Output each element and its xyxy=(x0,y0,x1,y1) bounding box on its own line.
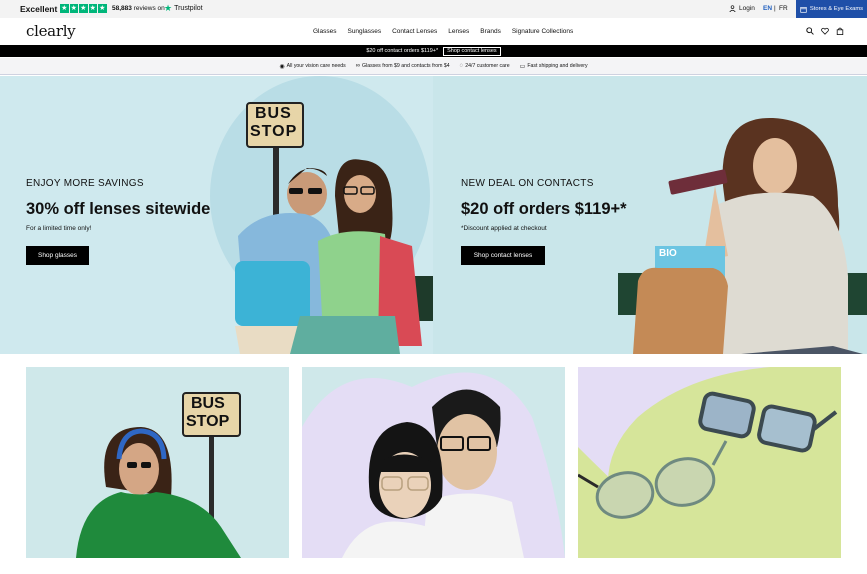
trustpilot-stars: ★ ★ ★ ★ ★ xyxy=(60,4,107,13)
nav-signature-collections[interactable]: Signature Collections xyxy=(512,28,573,35)
lang-en[interactable]: EN xyxy=(763,5,772,12)
hero-contacts-promo[interactable]: BIO NEW DEAL ON CONTACTS $20 off orders … xyxy=(433,76,867,354)
hero-right-title: $20 off orders $119+* xyxy=(461,200,627,218)
reviews-count[interactable]: 58,883 reviews on xyxy=(112,5,165,12)
star-icon: ★ xyxy=(69,4,78,13)
clearly-logo[interactable]: clearly xyxy=(26,22,76,40)
stores-eye-exams-button[interactable]: Stores & Eye Exams xyxy=(796,0,867,18)
card1-illustration xyxy=(76,392,241,558)
header-icons xyxy=(806,27,844,35)
category-card-headphones[interactable]: BUS STOP xyxy=(26,367,289,558)
star-icon: ★ xyxy=(60,4,69,13)
star-icon: ★ xyxy=(98,4,107,13)
bus-stop-sign-line-1: BUS xyxy=(255,105,292,122)
benefit-care: ◌ 24/7 customer care xyxy=(459,63,510,69)
headset-icon: ◌ xyxy=(459,63,464,69)
bag-icon[interactable] xyxy=(836,27,844,35)
search-icon[interactable] xyxy=(806,27,814,35)
promo-banner: $20 off contact orders $119+* Shop conta… xyxy=(0,45,867,57)
nav-sunglasses[interactable]: Sunglasses xyxy=(347,28,381,35)
nav-lenses[interactable]: Lenses xyxy=(448,28,469,35)
shop-glasses-button[interactable]: Shop glasses xyxy=(26,246,89,265)
hero-right-subtitle: *Discount applied at checkout xyxy=(461,225,547,232)
hero-right-eyebrow: NEW DEAL ON CONTACTS xyxy=(461,178,594,189)
card1-sign-line-1: BUS xyxy=(191,395,225,412)
benefit-vision: ◉ All your vision care needs xyxy=(279,63,346,70)
trustpilot-logo[interactable]: ★ Trustpilot xyxy=(164,3,203,13)
benefit-pricing: ∞ Glasses from $9 and contacts from $4 xyxy=(355,63,450,69)
calendar-icon xyxy=(800,6,807,13)
eye-icon: ◉ xyxy=(279,63,285,70)
benefits-bar: ◉ All your vision care needs ∞ Glasses fro… xyxy=(0,58,867,75)
trust-bar: Excellent ★ ★ ★ ★ ★ 58,883 reviews on ★ T… xyxy=(0,0,867,18)
benefit-shipping: ▭ Fast shipping and delivery xyxy=(519,63,588,70)
card1-sign-line-2: STOP xyxy=(186,413,230,430)
glasses-icon: ∞ xyxy=(355,63,361,69)
login-link[interactable]: Login xyxy=(729,5,755,12)
hero-left-eyebrow: ENJOY MORE SAVINGS xyxy=(26,178,144,189)
promo-shop-contacts-button[interactable]: Shop contact lenses xyxy=(443,46,501,56)
contact-box-label: BIO xyxy=(659,248,677,259)
hero-left-title: 30% off lenses sitewide xyxy=(26,200,211,218)
promo-text: $20 off contact orders $119+* xyxy=(366,48,439,54)
category-card-eyeglasses[interactable] xyxy=(302,367,565,558)
nav-glasses[interactable]: Glasses xyxy=(313,28,336,35)
main-header: clearly Glasses Sunglasses Contact Lense… xyxy=(0,18,867,45)
lang-separator: | xyxy=(774,5,776,12)
heart-icon[interactable] xyxy=(821,27,829,35)
hero-glasses-promo[interactable]: BUS STOP ENJOY MORE SAVINGS 30% off lens… xyxy=(0,76,433,354)
card3-illustration xyxy=(578,367,841,558)
category-card-sunglasses[interactable] xyxy=(578,367,841,558)
user-icon xyxy=(729,5,736,12)
shop-contact-lenses-button[interactable]: Shop contact lenses xyxy=(461,246,545,265)
star-icon: ★ xyxy=(88,4,97,13)
card2-illustration xyxy=(302,372,565,558)
lang-fr[interactable]: FR xyxy=(779,5,788,12)
main-nav: Glasses Sunglasses Contact Lenses Lenses… xyxy=(313,28,573,35)
star-icon: ★ xyxy=(79,4,88,13)
nav-brands[interactable]: Brands xyxy=(480,28,501,35)
nav-contact-lenses[interactable]: Contact Lenses xyxy=(392,28,437,35)
trustpilot-rating: Excellent xyxy=(20,4,58,14)
bus-stop-sign-line-2: STOP xyxy=(250,123,298,140)
box-icon: ▭ xyxy=(519,63,526,70)
trustpilot-star-icon: ★ xyxy=(164,3,173,13)
hero-left-subtitle: For a limited time only! xyxy=(26,225,92,232)
